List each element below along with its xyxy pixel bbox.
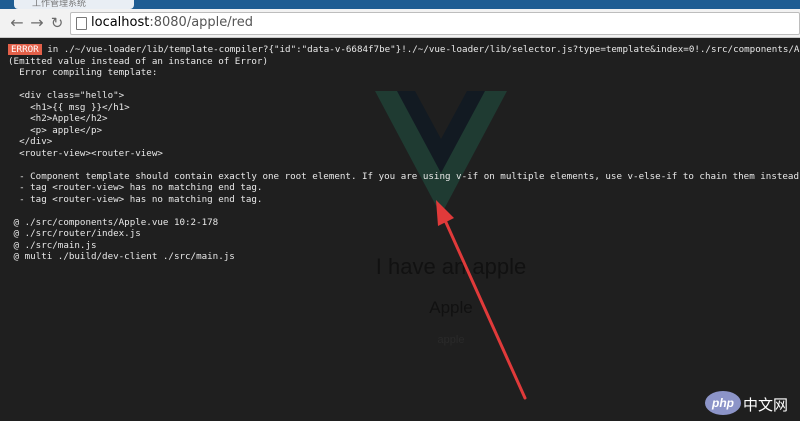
error-line: in ./~/vue-loader/lib/template-compiler?… bbox=[41, 44, 800, 55]
watermark-text: 中文网 bbox=[743, 396, 789, 414]
error-line: - Component template should contain exac… bbox=[8, 170, 800, 182]
browser-tab-strip: 工作管理系统 bbox=[0, 0, 800, 9]
url-text[interactable]: localhost:8080/apple/red bbox=[91, 15, 253, 30]
error-overlay: ERROR in ./~/vue-loader/lib/template-com… bbox=[8, 44, 800, 263]
page-icon bbox=[76, 17, 87, 30]
browser-toolbar: ← → ↻ localhost:8080/apple/red bbox=[0, 9, 800, 38]
error-line: </div> bbox=[8, 136, 53, 147]
page-content: I have an apple Apple apple ERROR in ./~… bbox=[0, 38, 800, 421]
url-host: localhost bbox=[91, 15, 150, 30]
error-line: Error compiling template: bbox=[8, 67, 158, 78]
error-line: <router-view><router-view> bbox=[8, 147, 163, 159]
error-line: - tag <router-view> has no matching end … bbox=[8, 182, 263, 193]
error-line: - tag <router-view> has no matching end … bbox=[8, 193, 263, 205]
back-arrow-icon[interactable]: ← bbox=[8, 14, 26, 32]
watermark: php 中文网 bbox=[705, 391, 797, 417]
address-bar[interactable]: localhost:8080/apple/red bbox=[70, 12, 800, 35]
url-path: :8080/apple/red bbox=[149, 15, 253, 30]
app-paragraph: apple bbox=[437, 334, 465, 346]
error-line: @ multi ./build/dev-client ./src/main.js bbox=[8, 251, 235, 262]
error-line: <h2>Apple</h2> bbox=[8, 113, 108, 124]
annotation-arrow-icon bbox=[436, 200, 527, 400]
browser-tab[interactable]: 工作管理系统 bbox=[14, 0, 134, 9]
error-line: (Emitted value instead of an instance of… bbox=[8, 55, 268, 67]
error-line: <div class="hello"> bbox=[8, 90, 125, 101]
error-badge: ERROR bbox=[8, 44, 42, 55]
tab-title: 工作管理系统 bbox=[32, 0, 87, 9]
error-line: <h1>{{ msg }}</h1> bbox=[8, 101, 130, 113]
error-line: @ ./src/router/index.js bbox=[8, 228, 141, 239]
error-line: <p> apple</p> bbox=[8, 124, 103, 136]
error-line: @ ./src/components/Apple.vue 10:2-178 bbox=[8, 216, 219, 228]
error-line: @ ./src/main.js bbox=[8, 239, 97, 251]
watermark-logo: php bbox=[705, 391, 741, 415]
app-heading-h2: Apple bbox=[429, 298, 473, 317]
forward-arrow-icon[interactable]: → bbox=[28, 14, 46, 32]
reload-icon[interactable]: ↻ bbox=[48, 14, 66, 32]
